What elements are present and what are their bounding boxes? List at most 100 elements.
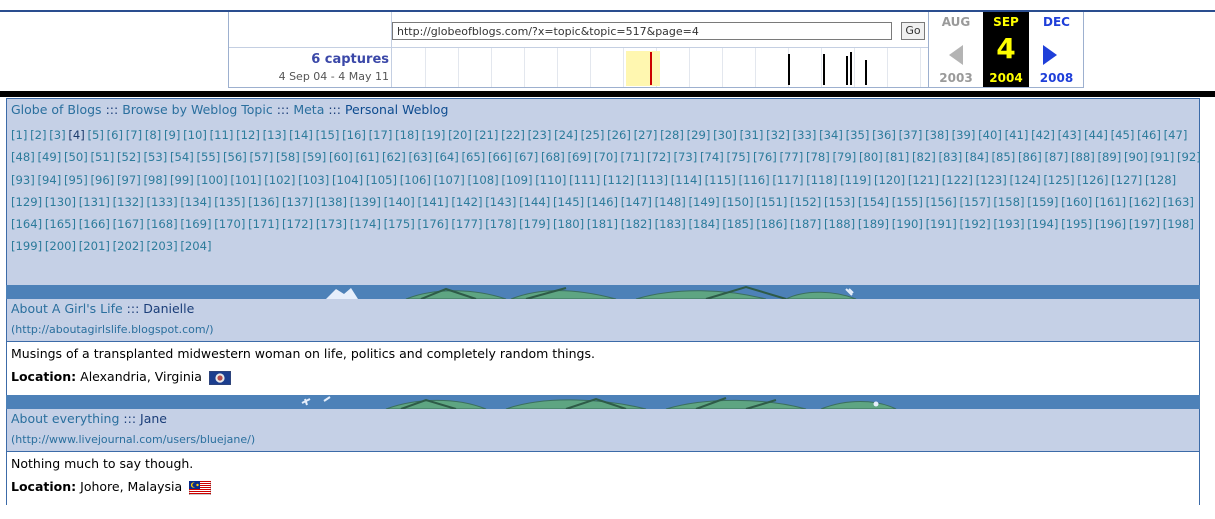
- page-link[interactable]: [203]: [147, 239, 178, 253]
- page-link[interactable]: [34]: [819, 128, 843, 142]
- capture-marker[interactable]: [788, 54, 790, 85]
- page-link[interactable]: [156]: [926, 195, 957, 209]
- capture-marker[interactable]: [823, 54, 825, 85]
- page-link[interactable]: [126]: [1077, 173, 1108, 187]
- page-link[interactable]: [22]: [501, 128, 525, 142]
- page-link[interactable]: [120]: [874, 173, 905, 187]
- page-link[interactable]: [21]: [475, 128, 499, 142]
- page-link[interactable]: [46]: [1137, 128, 1161, 142]
- page-link[interactable]: [74]: [700, 150, 724, 164]
- page-link[interactable]: [145]: [553, 195, 584, 209]
- page-link[interactable]: [17]: [369, 128, 393, 142]
- page-link[interactable]: [43]: [1058, 128, 1082, 142]
- page-link[interactable]: [89]: [1098, 150, 1122, 164]
- page-link[interactable]: [157]: [960, 195, 991, 209]
- blog-title-link[interactable]: About A Girl's Life: [11, 301, 123, 316]
- next-year-link[interactable]: 2008: [1029, 70, 1084, 86]
- page-link[interactable]: [5]: [88, 128, 104, 142]
- page-link[interactable]: [151]: [756, 195, 787, 209]
- page-link[interactable]: [108]: [468, 173, 499, 187]
- page-link[interactable]: [47]: [1164, 128, 1188, 142]
- page-link[interactable]: [116]: [739, 173, 770, 187]
- page-link[interactable]: [168]: [147, 217, 178, 231]
- page-link[interactable]: [154]: [858, 195, 889, 209]
- page-link[interactable]: [192]: [960, 217, 991, 231]
- page-link[interactable]: [182]: [621, 217, 652, 231]
- page-link[interactable]: [133]: [147, 195, 178, 209]
- page-link[interactable]: [25]: [581, 128, 605, 142]
- page-link[interactable]: [136]: [248, 195, 279, 209]
- page-link[interactable]: [98]: [144, 173, 168, 187]
- page-link[interactable]: [196]: [1095, 217, 1126, 231]
- next-month-link[interactable]: DEC: [1029, 12, 1084, 32]
- page-link[interactable]: [71]: [621, 150, 645, 164]
- page-link[interactable]: [99]: [170, 173, 194, 187]
- page-link[interactable]: [16]: [342, 128, 366, 142]
- page-link[interactable]: [132]: [113, 195, 144, 209]
- page-link[interactable]: [176]: [418, 217, 449, 231]
- go-button[interactable]: Go: [901, 22, 925, 40]
- page-link[interactable]: [147]: [621, 195, 652, 209]
- page-link[interactable]: [12]: [236, 128, 260, 142]
- page-link[interactable]: [184]: [689, 217, 720, 231]
- page-link[interactable]: [113]: [637, 173, 668, 187]
- page-link[interactable]: [123]: [976, 173, 1007, 187]
- page-link[interactable]: [107]: [434, 173, 465, 187]
- page-link[interactable]: [11]: [210, 128, 234, 142]
- page-link[interactable]: [24]: [554, 128, 578, 142]
- virginia-flag-icon[interactable]: [208, 370, 231, 385]
- capture-marker[interactable]: [850, 52, 852, 85]
- page-link[interactable]: [7]: [126, 128, 142, 142]
- page-link[interactable]: [68]: [541, 150, 565, 164]
- blog-url-link[interactable]: (http://aboutagirlslife.blogspot.com/): [11, 323, 214, 336]
- page-link[interactable]: [92]: [1177, 150, 1201, 164]
- page-link[interactable]: [186]: [756, 217, 787, 231]
- page-link[interactable]: [165]: [45, 217, 76, 231]
- page-link[interactable]: [90]: [1124, 150, 1148, 164]
- page-link[interactable]: [122]: [942, 173, 973, 187]
- page-link[interactable]: [2]: [30, 128, 46, 142]
- page-link[interactable]: [162]: [1129, 195, 1160, 209]
- page-link[interactable]: [14]: [289, 128, 313, 142]
- page-link[interactable]: [109]: [501, 173, 532, 187]
- page-link[interactable]: [97]: [117, 173, 141, 187]
- page-link[interactable]: [58]: [276, 150, 300, 164]
- page-link[interactable]: [86]: [1018, 150, 1042, 164]
- page-link[interactable]: [137]: [282, 195, 313, 209]
- page-link[interactable]: [100]: [197, 173, 228, 187]
- page-link[interactable]: [114]: [671, 173, 702, 187]
- page-link[interactable]: [125]: [1043, 173, 1074, 187]
- page-link[interactable]: [119]: [840, 173, 871, 187]
- page-link[interactable]: [73]: [674, 150, 698, 164]
- page-link[interactable]: [152]: [790, 195, 821, 209]
- page-link[interactable]: [33]: [793, 128, 817, 142]
- capture-marker[interactable]: [865, 60, 867, 85]
- page-link[interactable]: [95]: [64, 173, 88, 187]
- page-link[interactable]: [140]: [384, 195, 415, 209]
- page-link[interactable]: [199]: [11, 239, 42, 253]
- page-link[interactable]: [63]: [409, 150, 433, 164]
- page-link[interactable]: [131]: [79, 195, 110, 209]
- page-link[interactable]: [135]: [214, 195, 245, 209]
- page-link[interactable]: [55]: [197, 150, 221, 164]
- page-link[interactable]: [93]: [11, 173, 35, 187]
- url-input[interactable]: [392, 22, 892, 40]
- page-link[interactable]: [102]: [264, 173, 295, 187]
- page-link[interactable]: [54]: [170, 150, 194, 164]
- page-link[interactable]: [150]: [722, 195, 753, 209]
- page-link[interactable]: [181]: [587, 217, 618, 231]
- page-link[interactable]: [56]: [223, 150, 247, 164]
- page-link[interactable]: [61]: [356, 150, 380, 164]
- page-link[interactable]: [66]: [488, 150, 512, 164]
- page-link[interactable]: [134]: [180, 195, 211, 209]
- page-link[interactable]: [188]: [824, 217, 855, 231]
- page-link[interactable]: [178]: [485, 217, 516, 231]
- page-link[interactable]: [1]: [11, 128, 27, 142]
- page-link[interactable]: [110]: [535, 173, 566, 187]
- page-link[interactable]: [204]: [180, 239, 211, 253]
- page-link[interactable]: [161]: [1095, 195, 1126, 209]
- breadcrumb-browse-link[interactable]: Browse by Weblog Topic: [122, 102, 273, 117]
- page-link[interactable]: [191]: [926, 217, 957, 231]
- page-link[interactable]: [202]: [113, 239, 144, 253]
- page-link[interactable]: [8]: [145, 128, 161, 142]
